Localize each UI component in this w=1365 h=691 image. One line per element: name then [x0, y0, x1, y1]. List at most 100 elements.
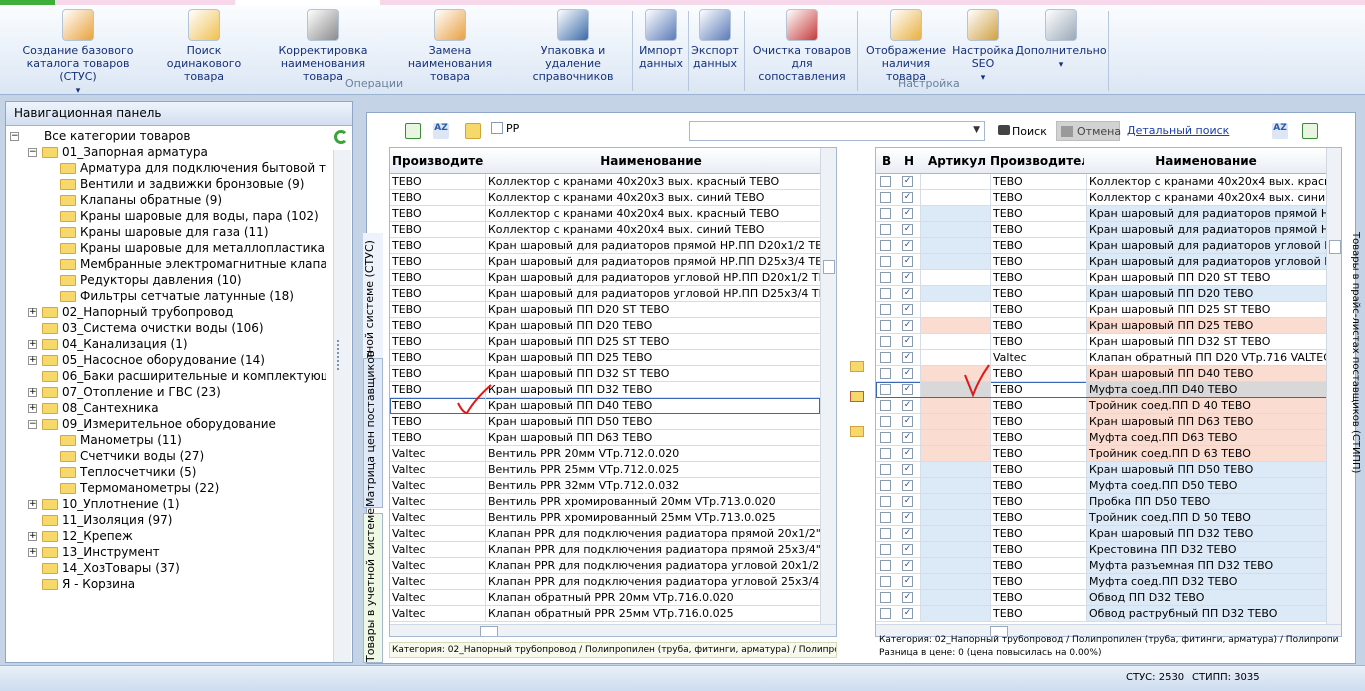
table-row[interactable]: ✓ TEBO Муфта разъемная ПП D32 TEBO — [876, 558, 1326, 574]
stus-grid-vscroll[interactable] — [820, 148, 836, 624]
collapse-icon[interactable]: − — [28, 420, 37, 429]
checkbox-v[interactable] — [880, 416, 891, 427]
detailed-search-link[interactable]: Детальный поиск — [1127, 124, 1229, 137]
table-row[interactable]: TEBO Кран шаровый ПП D20 ST TEBO — [390, 302, 820, 318]
tree-node[interactable]: Краны шаровые для металлопластика — [80, 240, 326, 256]
ribbon-button-8[interactable]: Отображение наличия товара — [862, 9, 950, 83]
table-row[interactable]: ✓ TEBO Коллектор с кранами 40х20х4 вых. си… — [876, 190, 1326, 206]
table-row[interactable]: Valtec Клапан PPR для подключения радиато… — [390, 574, 820, 590]
table-row[interactable]: ✓ TEBO Кран шаровый ПП D20 TEBO — [876, 286, 1326, 302]
stus-grid-hscroll[interactable] — [390, 624, 836, 636]
table-row[interactable]: TEBO Коллектор с кранами 40х20х3 вых. кра… — [390, 174, 820, 190]
checkbox-n[interactable]: ✓ — [902, 512, 913, 523]
tree-node[interactable]: 12_Крепеж — [62, 528, 326, 544]
nav-vscroll[interactable] — [333, 150, 351, 662]
table-row[interactable]: Valtec Вентиль PPR хромированный 25мм VTp… — [390, 510, 820, 526]
scroll-thumb[interactable] — [480, 626, 498, 636]
table-row[interactable]: ✓ TEBO Кран шаровый ПП D20 ST TEBO — [876, 270, 1326, 286]
table-row[interactable]: ✓ TEBO Кран шаровый ПП D32 TEBO — [876, 526, 1326, 542]
checkbox-n[interactable]: ✓ — [902, 608, 913, 619]
checkbox-n[interactable]: ✓ — [902, 384, 913, 395]
tree-node[interactable]: Манометры (11) — [80, 432, 326, 448]
table-row[interactable]: ✓ TEBO Обвод раструбный ПП D32 TEBO — [876, 606, 1326, 622]
table-row[interactable]: ✓ TEBO Обвод ПП D32 TEBO — [876, 590, 1326, 606]
table-row[interactable]: ✓ TEBO Тройник соед.ПП D 50 TEBO — [876, 510, 1326, 526]
table-row[interactable]: ✓ Valtec Клапан обратный ПП D20 VTp.716 VA… — [876, 350, 1326, 366]
checkbox-v[interactable] — [880, 320, 891, 331]
checkbox-n[interactable]: ✓ — [902, 576, 913, 587]
checkbox-n[interactable]: ✓ — [902, 288, 913, 299]
sort-az-icon[interactable]: AZ — [433, 123, 449, 139]
tree-node[interactable]: Все категории товаров — [44, 128, 326, 144]
tree-node[interactable]: 09_Измерительное оборудование — [62, 416, 326, 432]
match-folder-icon[interactable] — [850, 426, 864, 437]
unlink-folder-icon[interactable] — [850, 391, 864, 402]
tree-node[interactable]: Вентили и задвижки бронзовые (9) — [80, 176, 326, 192]
tree-node[interactable]: 07_Отопление и ГВС (23) — [62, 384, 326, 400]
checkbox-n[interactable]: ✓ — [902, 464, 913, 475]
table-row[interactable]: TEBO Кран шаровый ПП D63 TEBO — [390, 430, 820, 446]
refresh-icon[interactable] — [334, 130, 348, 144]
table-row[interactable]: Valtec Вентиль PPR 32мм VTp.712.0.032 — [390, 478, 820, 494]
checkbox-v[interactable] — [880, 512, 891, 523]
checkbox-n[interactable]: ✓ — [902, 432, 913, 443]
table-row[interactable]: ✓ TEBO Кран шаровый для радиаторов прямой … — [876, 222, 1326, 238]
table-row[interactable]: Valtec Клапан PPR для подключения радиато… — [390, 542, 820, 558]
checkbox-n[interactable]: ✓ — [902, 224, 913, 235]
checkbox-n[interactable]: ✓ — [902, 368, 913, 379]
col-header-n[interactable]: Н — [904, 154, 918, 168]
checkbox-v[interactable] — [880, 560, 891, 571]
checkbox-v[interactable] — [880, 288, 891, 299]
checkbox-n[interactable]: ✓ — [902, 400, 913, 411]
table-row[interactable]: Valtec Вентиль PPR 25мм VTp.712.0.025 — [390, 462, 820, 478]
tree-node[interactable]: Теплосчетчики (5) — [80, 464, 326, 480]
table-row[interactable]: TEBO Кран шаровый для радиаторов угловой … — [390, 270, 820, 286]
table-row[interactable]: ✓ TEBO Муфта соед.ПП D32 TEBO — [876, 574, 1326, 590]
expand-icon[interactable]: + — [28, 308, 37, 317]
table-row[interactable]: ✓ TEBO Кран шаровый для радиаторов угловой… — [876, 254, 1326, 270]
tab-supplier-price-matrix[interactable]: Матрица цен поставщиков — [363, 351, 383, 508]
checkbox-v[interactable] — [880, 336, 891, 347]
checkbox-v[interactable] — [880, 576, 891, 587]
checkbox-v[interactable] — [880, 448, 891, 459]
table-row[interactable]: TEBO Кран шаровый для радиаторов прямой Н… — [390, 238, 820, 254]
ribbon-button-4[interactable]: Упаковка и удаление справочников — [514, 9, 632, 83]
cancel-button[interactable]: Отмена — [1056, 121, 1121, 141]
table-row[interactable]: Valtec Клапан обратный PPR 25мм VTp.716.0… — [390, 606, 820, 622]
table-row[interactable]: ✓ TEBO Кран шаровый ПП D25 ST TEBO — [876, 302, 1326, 318]
tree-node[interactable]: Я - Корзина — [62, 576, 326, 592]
checkbox-n[interactable]: ✓ — [902, 528, 913, 539]
expand-icon[interactable]: + — [28, 500, 37, 509]
expand-icon[interactable]: + — [28, 388, 37, 397]
table-row[interactable]: TEBO Кран шаровый ПП D20 TEBO — [390, 318, 820, 334]
search-button[interactable]: Поиск — [1012, 125, 1047, 138]
table-row[interactable]: TEBO Коллектор с кранами 40х20х4 вых. кра… — [390, 206, 820, 222]
tree-node[interactable]: 03_Система очистки воды (106) — [62, 320, 326, 336]
col-header-article[interactable]: Артикул — [928, 154, 988, 168]
ribbon-button-9[interactable]: Настройка SEO ▾ — [952, 9, 1014, 85]
play-icon[interactable] — [405, 123, 421, 139]
splitter-handle[interactable] — [337, 340, 340, 370]
ribbon-button-7[interactable]: Очистка товаров для сопоставления — [748, 9, 856, 83]
table-row[interactable]: Valtec Вентиль PPR 20мм VTp.712.0.020 — [390, 446, 820, 462]
checkbox-n[interactable]: ✓ — [902, 336, 913, 347]
expand-icon[interactable]: + — [28, 356, 37, 365]
ribbon-button-5[interactable]: Импорт данных — [636, 9, 686, 70]
tree-node[interactable]: 05_Насосное оборудование (14) — [62, 352, 326, 368]
checkbox-n[interactable]: ✓ — [902, 560, 913, 571]
tree-node[interactable]: Термоманометры (22) — [80, 480, 326, 496]
tab-supplier-price-goods[interactable]: Товары в прайс-листах поставщиков (СТИПП… — [1349, 203, 1361, 503]
stipp-grid-vscroll[interactable] — [1326, 148, 1341, 624]
checkbox-n[interactable]: ✓ — [902, 496, 913, 507]
checkbox-n[interactable]: ✓ — [902, 272, 913, 283]
checkbox-v[interactable] — [880, 272, 891, 283]
ribbon-button-3[interactable]: Замена наименования товара — [388, 9, 512, 83]
tree-node[interactable]: 14_ХозТовары (37) — [62, 560, 326, 576]
checkbox-v[interactable] — [880, 384, 891, 395]
checkbox-n[interactable]: ✓ — [902, 240, 913, 251]
collapse-icon[interactable]: − — [10, 132, 19, 141]
table-row[interactable]: TEBO Коллектор с кранами 40х20х4 вых. син… — [390, 222, 820, 238]
search-combobox[interactable]: ▼ — [689, 121, 985, 141]
checkbox-v[interactable] — [880, 208, 891, 219]
col-header-manufacturer[interactable]: Производитель — [392, 154, 484, 168]
